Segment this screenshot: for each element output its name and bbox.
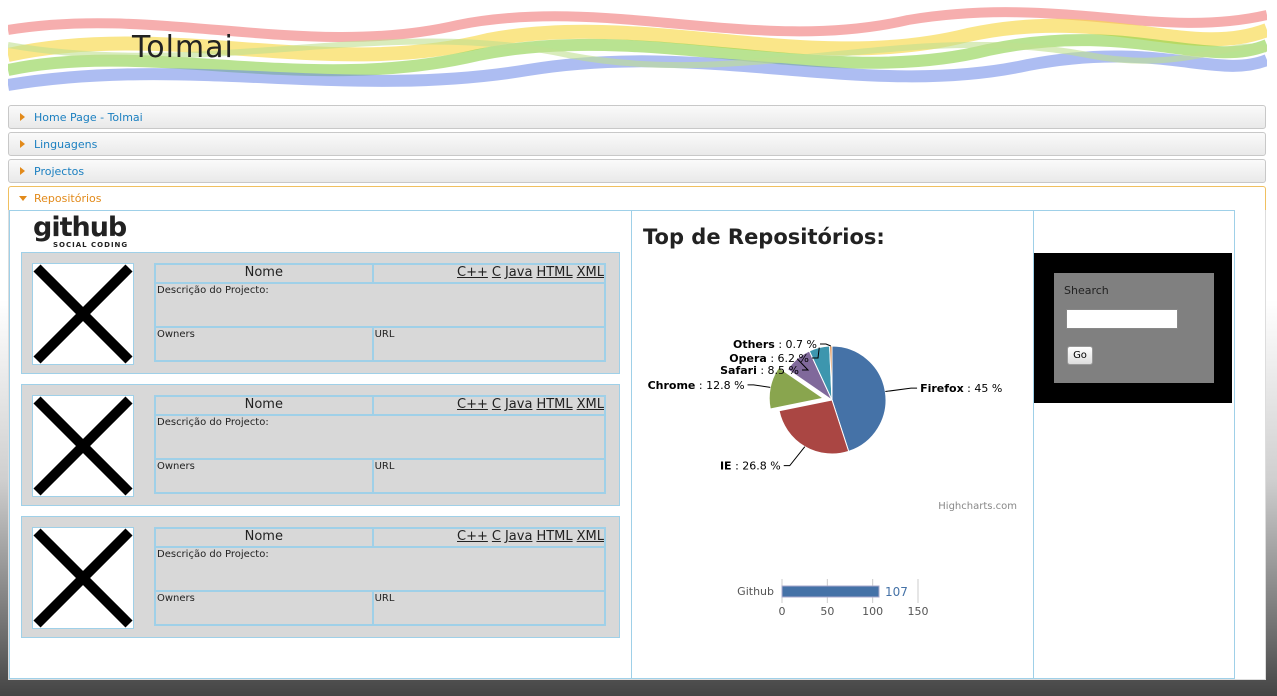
lang-link-java[interactable]: Java (505, 265, 532, 280)
bar-value-label: 107 (885, 585, 908, 599)
broken-image-icon (32, 263, 134, 365)
pie-label-ie: IE : 26.8 % (720, 460, 781, 473)
repo-info-table: Nome C++ C Java HTML XML Descrição do Projec… (154, 263, 607, 362)
repo-name-label: Nome (154, 263, 374, 284)
repo-owners: Owners (154, 458, 374, 494)
url-label: URL (374, 593, 395, 604)
lang-link-c[interactable]: C (492, 397, 501, 412)
repo-languages: C++ C Java HTML XML (371, 527, 607, 548)
repo-info-table: Nome C++ C Java HTML XML Descrição do Projec… (154, 395, 607, 494)
pie-connector (820, 343, 832, 347)
lang-link-cpp[interactable]: C++ (457, 265, 488, 280)
repo-url: URL (371, 326, 607, 362)
repo-owners: Owners (154, 590, 374, 626)
pie-label-others: Others : 0.7 % (733, 338, 817, 351)
repo-card: Nome C++ C Java HTML XML Descrição do Projec… (21, 516, 620, 638)
owners-label: Owners (157, 593, 195, 604)
lang-link-java[interactable]: Java (505, 397, 532, 412)
search-inner: Shearch Go (1054, 273, 1214, 383)
search-column: Shearch Go (1033, 210, 1235, 679)
accordion-home[interactable]: Home Page - Tolmai (8, 105, 1266, 129)
lang-link-html[interactable]: HTML (536, 529, 572, 544)
lang-link-cpp[interactable]: C++ (457, 397, 488, 412)
pie-chart: Firefox : 45 % IE : 26.8 % Chrome : 12.8 %… (648, 338, 1003, 473)
triangle-right-icon (20, 113, 25, 121)
repo-description: Descrição do Projecto: (154, 414, 606, 460)
highcharts-credit[interactable]: Highcharts.com (938, 501, 1017, 512)
accordion-label: Linguagens (34, 138, 98, 151)
repo-name-label: Nome (154, 395, 374, 416)
github-logo-text: github (33, 212, 127, 243)
pie-label-opera: Opera : 6.2 % (729, 352, 809, 365)
lang-link-c[interactable]: C (492, 265, 501, 280)
repo-description: Descrição do Projecto: (154, 282, 606, 328)
accordion-projectos[interactable]: Projectos (8, 159, 1266, 183)
repo-url: URL (371, 590, 607, 626)
search-input[interactable] (1066, 309, 1178, 329)
bar-tick-label: 150 (908, 605, 929, 618)
go-button[interactable]: Go (1067, 346, 1093, 365)
pie-connector (747, 384, 771, 388)
lang-link-cpp[interactable]: C++ (457, 529, 488, 544)
broken-image-icon (32, 527, 134, 629)
accordion-linguagens[interactable]: Linguagens (8, 132, 1266, 156)
chart-title: Top de Repositórios: (643, 225, 885, 249)
bar-tick-label: 50 (820, 605, 834, 618)
accordion-label: Home Page - Tolmai (34, 111, 143, 124)
lang-link-java[interactable]: Java (505, 529, 532, 544)
triangle-right-icon (20, 140, 25, 148)
search-label: Shearch (1064, 284, 1109, 297)
lang-link-c[interactable]: C (492, 529, 501, 544)
repositorios-panel: github SOCIAL CODING Nome C++ C Java HTML XM… (8, 210, 1266, 680)
bar-github[interactable] (781, 585, 880, 598)
url-label: URL (374, 461, 395, 472)
repo-url: URL (371, 458, 607, 494)
repo-card: Nome C++ C Java HTML XML Descrição do Projec… (21, 384, 620, 506)
lang-link-html[interactable]: HTML (536, 397, 572, 412)
repo-info-table: Nome C++ C Java HTML XML Descrição do Projec… (154, 527, 607, 626)
site-logo[interactable]: Tolmai (132, 30, 234, 65)
owners-label: Owners (157, 329, 195, 340)
bar-tick-label: 0 (779, 605, 786, 618)
lang-link-html[interactable]: HTML (536, 265, 572, 280)
accordion-label: Repositórios (34, 192, 102, 205)
triangle-down-icon (19, 196, 27, 201)
pie-label-firefox: Firefox : 45 % (920, 382, 1002, 395)
lang-link-xml[interactable]: XML (577, 529, 604, 544)
search-box: Shearch Go (1034, 253, 1232, 403)
broken-image-icon (32, 395, 134, 497)
bar-tick-label: 100 (862, 605, 883, 618)
repo-languages: C++ C Java HTML XML (371, 395, 607, 416)
repo-card: Nome C++ C Java HTML XML Descrição do Projec… (21, 252, 620, 374)
owners-label: Owners (157, 461, 195, 472)
repo-name-label: Nome (154, 527, 374, 548)
chart-column: Top de Repositórios: Firefox : 45 % IE : … (631, 210, 1034, 679)
accordion-repositorios[interactable]: Repositórios (8, 186, 1266, 210)
repos-column: github SOCIAL CODING Nome C++ C Java HTML XM… (9, 210, 632, 679)
lang-link-xml[interactable]: XML (577, 397, 604, 412)
accordion-label: Projectos (34, 165, 85, 178)
repo-owners: Owners (154, 326, 374, 362)
bar-chart: 0 50 100 150 Github 107 (737, 579, 929, 618)
pie-label-chrome: Chrome : 12.8 % (648, 379, 745, 392)
pie-label-safari: Safari : 8.5 % (720, 364, 799, 377)
github-logo[interactable]: github SOCIAL CODING (33, 212, 129, 249)
repo-languages: C++ C Java HTML XML (371, 263, 607, 284)
lang-link-xml[interactable]: XML (577, 265, 604, 280)
bar-category-label: Github (737, 585, 774, 598)
github-tagline: SOCIAL CODING (53, 241, 129, 249)
triangle-right-icon (20, 167, 25, 175)
pie-connector (783, 446, 806, 467)
pie-connector (885, 387, 918, 393)
url-label: URL (374, 329, 395, 340)
repo-description: Descrição do Projecto: (154, 546, 606, 592)
header-banner: Tolmai (8, 0, 1267, 100)
